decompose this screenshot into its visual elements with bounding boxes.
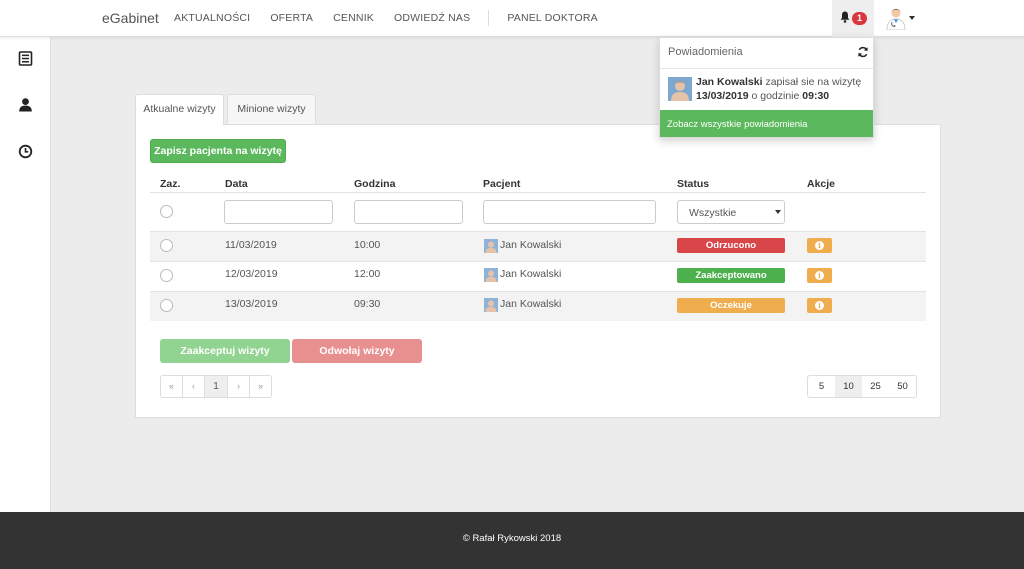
visit-date: 13/03/2019 bbox=[225, 298, 278, 310]
info-icon: i bbox=[815, 271, 824, 280]
visit-time: 09:30 bbox=[354, 298, 381, 310]
refresh-icon[interactable] bbox=[857, 46, 869, 58]
info-button[interactable]: i bbox=[807, 298, 832, 313]
prev-page-button[interactable]: ‹ bbox=[183, 376, 205, 397]
page-1-button[interactable]: 1 bbox=[205, 376, 228, 397]
select-all-radio[interactable] bbox=[160, 205, 173, 218]
status-badge: Zaakceptowano bbox=[677, 268, 785, 283]
patient-name[interactable]: Jan Kowalski bbox=[500, 239, 561, 251]
chevron-down-icon bbox=[775, 210, 781, 214]
info-button[interactable]: i bbox=[807, 268, 832, 283]
column-header-patient: Pacjent bbox=[483, 178, 521, 190]
info-button[interactable]: i bbox=[807, 238, 832, 253]
notification-item[interactable]: Jan Kowalski zapisał sie na wizytę 13/03… bbox=[696, 75, 866, 103]
tab-minione-wizyty[interactable]: Minione wizyty bbox=[227, 94, 316, 124]
pagination: « ‹ 1 › » bbox=[160, 375, 272, 398]
tab-aktualne-wizyty[interactable]: Atkualne wizyty bbox=[135, 94, 224, 125]
brand-logo[interactable]: eGabinet bbox=[102, 10, 159, 26]
notifications-dropdown: Powiadomienia Jan Kowalski zapisał sie n… bbox=[659, 37, 874, 138]
notification-date: 13/03/2019 bbox=[696, 90, 749, 102]
top-navbar: eGabinet AKTUALNOŚCI OFERTA CENNIK ODWIE… bbox=[0, 0, 1024, 37]
notification-action: zapisał sie na wizytę bbox=[765, 76, 862, 88]
visit-time: 10:00 bbox=[354, 239, 381, 251]
main-nav: AKTUALNOŚCI OFERTA CENNIK ODWIEDŹ NAS PA… bbox=[164, 10, 608, 26]
nav-item-panel-doktora[interactable]: PANEL DOKTORA bbox=[507, 12, 598, 26]
column-header-actions: Akcje bbox=[807, 178, 836, 190]
patient-filter-input[interactable] bbox=[483, 200, 656, 224]
nav-item-aktualnosci[interactable]: AKTUALNOŚCI bbox=[174, 12, 250, 26]
status-badge: Odrzucono bbox=[677, 238, 785, 253]
column-header-status: Status bbox=[677, 178, 710, 190]
first-page-button[interactable]: « bbox=[161, 376, 183, 397]
row-select-radio[interactable] bbox=[160, 299, 173, 312]
status-badge: Oczekuje bbox=[677, 298, 785, 313]
notification-at-text: o godzinie bbox=[751, 90, 800, 102]
date-filter-input[interactable] bbox=[224, 200, 333, 224]
notification-patient-name: Jan Kowalski bbox=[696, 76, 763, 88]
next-page-button[interactable]: › bbox=[228, 376, 250, 397]
patient-name[interactable]: Jan Kowalski bbox=[500, 268, 561, 280]
row-select-radio[interactable] bbox=[160, 269, 173, 282]
bell-icon bbox=[840, 11, 850, 23]
clock-icon[interactable] bbox=[18, 144, 33, 159]
patient-name[interactable]: Jan Kowalski bbox=[500, 298, 561, 310]
page-size-selector: 5 10 25 50 bbox=[807, 375, 917, 398]
cancel-visits-button[interactable]: Odwołaj wizyty bbox=[292, 339, 422, 363]
patient-avatar-icon bbox=[484, 239, 498, 253]
notification-time: 09:30 bbox=[802, 90, 830, 102]
notification-count-badge: 1 bbox=[852, 12, 867, 25]
page-size-10[interactable]: 10 bbox=[835, 376, 862, 397]
info-icon: i bbox=[815, 301, 824, 310]
visit-time: 12:00 bbox=[354, 268, 381, 280]
list-icon[interactable] bbox=[18, 51, 33, 66]
nav-divider bbox=[488, 10, 490, 26]
patient-avatar-icon bbox=[484, 298, 498, 312]
page-size-50[interactable]: 50 bbox=[889, 376, 916, 397]
patient-avatar-icon bbox=[668, 77, 692, 101]
column-header-select: Zaz. bbox=[160, 178, 181, 190]
column-header-time: Godzina bbox=[354, 178, 396, 190]
notifications-toggle[interactable]: 1 bbox=[832, 0, 874, 37]
add-patient-visit-button[interactable]: Zapisz pacjenta na wizytę bbox=[150, 139, 286, 163]
doctor-avatar-icon[interactable] bbox=[884, 6, 908, 30]
nav-item-oferta[interactable]: OFERTA bbox=[270, 12, 313, 26]
time-filter-input[interactable] bbox=[354, 200, 463, 224]
notifications-divider bbox=[660, 68, 873, 69]
column-header-date: Data bbox=[225, 178, 248, 190]
info-icon: i bbox=[815, 241, 824, 250]
notifications-title: Powiadomienia bbox=[668, 46, 743, 58]
nav-item-odwiedz-nas[interactable]: ODWIEDŹ NAS bbox=[394, 12, 470, 26]
visit-date: 11/03/2019 bbox=[225, 239, 277, 251]
patient-avatar-icon bbox=[484, 268, 498, 282]
table-header-divider bbox=[150, 192, 926, 193]
see-all-notifications-link[interactable]: Zobacz wszystkie powiadomienia bbox=[660, 110, 873, 137]
page-size-25[interactable]: 25 bbox=[862, 376, 889, 397]
user-menu-caret-icon[interactable] bbox=[909, 16, 915, 20]
status-filter-value: Wszystkie bbox=[689, 207, 737, 219]
nav-item-cennik[interactable]: CENNIK bbox=[333, 12, 374, 26]
visit-date: 12/03/2019 bbox=[225, 268, 278, 280]
status-filter-select[interactable]: Wszystkie bbox=[677, 200, 785, 224]
left-sidebar bbox=[0, 37, 51, 512]
accept-visits-button[interactable]: Zaakceptuj wizyty bbox=[160, 339, 290, 363]
row-select-radio[interactable] bbox=[160, 239, 173, 252]
page-footer: © Rafał Rykowski 2018 bbox=[0, 512, 1024, 569]
page-size-5[interactable]: 5 bbox=[808, 376, 835, 397]
last-page-button[interactable]: » bbox=[250, 376, 271, 397]
user-icon[interactable] bbox=[18, 97, 33, 112]
